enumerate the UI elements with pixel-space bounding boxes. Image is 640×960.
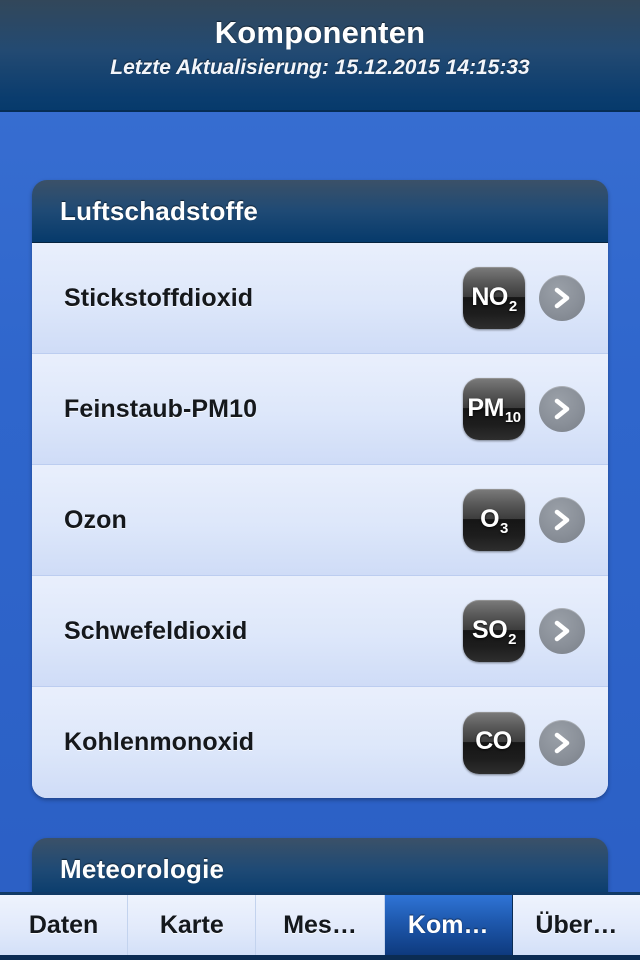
badge-main-text: CO <box>475 727 512 755</box>
list-item[interactable]: Kohlenmonoxid CO <box>32 687 608 798</box>
badge-sub-text: 2 <box>508 630 516 648</box>
tab-ueber[interactable]: Über… <box>512 895 640 955</box>
co-icon: CO <box>463 711 525 774</box>
o3-icon: O3 <box>463 489 525 551</box>
pm10-icon: PM 10 <box>463 378 525 440</box>
badge-main-text: PM <box>467 393 504 422</box>
badge-sub-text: 3 <box>500 519 508 537</box>
chevron-right-icon[interactable] <box>539 497 585 543</box>
tab-komponenten[interactable]: Kom… <box>384 895 513 955</box>
list-item[interactable]: Schwefeldioxid SO 2 <box>32 576 608 687</box>
tab-bar: Daten Karte Mes… Kom… Über… <box>0 892 640 960</box>
badge-sub-text: 2 <box>508 297 517 315</box>
last-update-text: Letzte Aktualisierung: 15.12.2015 14:15:… <box>110 56 530 79</box>
chevron-right-icon[interactable] <box>539 608 585 654</box>
card-meteorologie: Meteorologie <box>32 838 608 892</box>
app-screen: Komponenten Letzte Aktualisierung: 15.12… <box>0 0 640 960</box>
list-item-label: Kohlenmonoxid <box>64 728 255 756</box>
card-title: Luftschadstoffe <box>60 195 258 226</box>
badge-main-text: NO <box>471 282 508 311</box>
list-item-label: Schwefeldioxid <box>64 616 248 645</box>
badge-main-text: SO <box>472 615 508 644</box>
card-body-luftschadstoffe: Stickstoffdioxid NO 2 Feinstaub-PM10 PM … <box>32 243 608 798</box>
chevron-right-icon[interactable] <box>539 719 585 766</box>
card-title: Meteorologie <box>60 853 225 884</box>
card-header-luftschadstoffe: Luftschadstoffe <box>32 180 608 243</box>
badge-main-text: O <box>480 504 500 533</box>
tab-daten[interactable]: Daten <box>0 895 129 955</box>
list-item[interactable]: Feinstaub-PM10 PM 10 <box>32 354 608 465</box>
card-luftschadstoffe: Luftschadstoffe Stickstoffdioxid NO 2 Fe… <box>32 180 608 798</box>
chevron-right-icon[interactable] <box>539 386 585 432</box>
badge-sub-text: 10 <box>504 408 521 426</box>
so2-icon: SO 2 <box>463 600 525 662</box>
chevron-right-icon[interactable] <box>539 275 585 321</box>
tab-messstellen[interactable]: Mes… <box>256 895 385 955</box>
content-scroll-area[interactable]: Luftschadstoffe Stickstoffdioxid NO 2 Fe… <box>0 112 640 892</box>
list-item-label: Ozon <box>64 505 127 534</box>
list-item-label: Feinstaub-PM10 <box>64 394 258 423</box>
list-item-label: Stickstoffdioxid <box>64 283 254 312</box>
list-item[interactable]: Stickstoffdioxid NO 2 <box>32 243 608 354</box>
tab-karte[interactable]: Karte <box>128 895 257 955</box>
card-header-meteorologie: Meteorologie <box>32 838 608 892</box>
app-header: Komponenten Letzte Aktualisierung: 15.12… <box>0 0 640 112</box>
no2-icon: NO 2 <box>463 267 525 329</box>
list-item[interactable]: Ozon O3 <box>32 465 608 576</box>
page-title: Komponenten <box>214 15 426 50</box>
